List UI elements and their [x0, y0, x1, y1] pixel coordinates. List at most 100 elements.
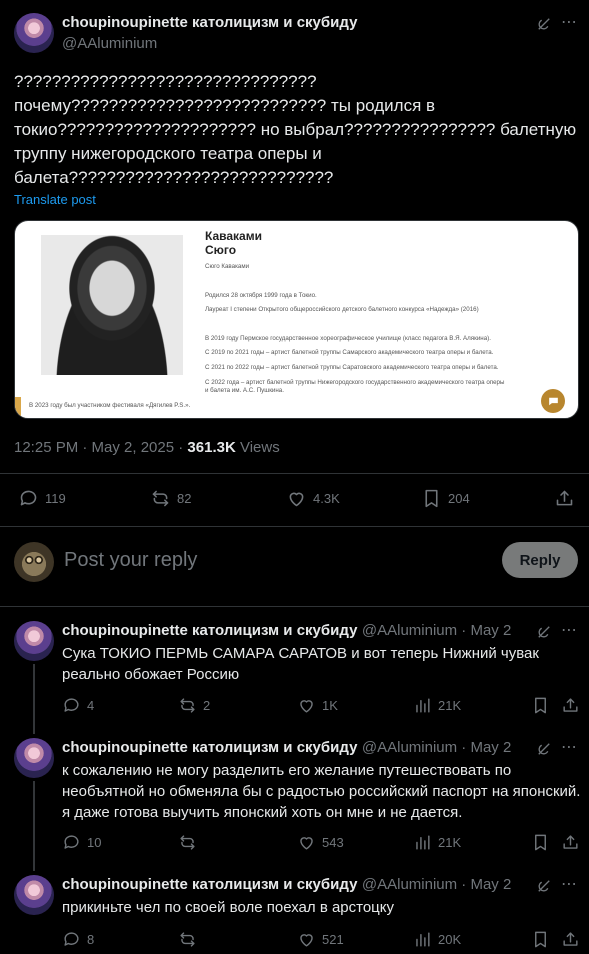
like-action[interactable]: 521: [297, 930, 344, 949]
repost-action[interactable]: [178, 833, 203, 852]
bookmark-icon: [535, 697, 546, 714]
portrait-photo: [41, 235, 183, 375]
reply-header: choupinoupinette католицизм и скубиду @A…: [62, 876, 511, 894]
bookmark-action[interactable]: [531, 833, 550, 852]
like-count: 543: [322, 835, 344, 850]
author-handle[interactable]: @AAluminium: [62, 35, 157, 52]
bookmark-action[interactable]: [531, 930, 550, 949]
divider: [0, 606, 589, 607]
tweet-line: балета????????????????????????????: [14, 168, 334, 187]
reply-avatar[interactable]: [14, 738, 54, 778]
reply-handle[interactable]: @AAluminium · May 2: [362, 739, 511, 756]
share-action[interactable]: [561, 696, 580, 715]
timestamp[interactable]: 12:25 PM · May 2, 2025 ·: [14, 439, 187, 456]
repost-icon: [180, 932, 195, 947]
card-line: С 2021 по 2022 годы – артист балетной тр…: [205, 364, 499, 371]
more-options-icon[interactable]: ⋯: [561, 737, 578, 757]
card-accent-bar: [15, 397, 21, 418]
like-action[interactable]: 4.3K: [286, 488, 340, 509]
reply-button[interactable]: Reply: [502, 542, 578, 578]
repost-action[interactable]: 2: [178, 696, 210, 715]
author-avatar[interactable]: [14, 13, 54, 53]
reply-action[interactable]: 4: [62, 696, 94, 715]
bookmark-icon: [535, 931, 546, 948]
like-count: 4.3K: [313, 491, 340, 506]
card-line: С 2022 года – артист балетной труппы Ниж…: [205, 379, 505, 386]
reply-icon: [64, 835, 79, 849]
divider: [0, 526, 589, 527]
thread-connector: [33, 781, 35, 871]
tweet-image[interactable]: Каваками Сюго Сюго Каваками Родился 28 о…: [14, 220, 579, 419]
reply-line: необъятной но обменяла бы с радостью рос…: [62, 783, 581, 800]
heart-icon: [289, 492, 304, 507]
views-count: 21K: [438, 698, 462, 713]
share-action[interactable]: [561, 930, 580, 949]
translate-post-link[interactable]: Translate post: [14, 192, 96, 207]
views-icon: [416, 835, 430, 850]
card-subtitle: Сюго Каваками: [205, 263, 250, 270]
reply-count: 119: [45, 491, 66, 506]
like-count: 521: [322, 932, 344, 947]
views-action[interactable]: 20K: [413, 930, 461, 949]
card-line: и балета им. А.С. Пушкина.: [205, 387, 284, 394]
card-footer: В 2023 году был участником фестиваля «Дя…: [29, 402, 191, 409]
share-icon: [556, 490, 573, 506]
bookmark-action[interactable]: 204: [421, 488, 470, 509]
reply-avatar[interactable]: [14, 875, 54, 915]
views-count: 20K: [438, 932, 462, 947]
card-line: Родился 28 октября 1999 года в Токио.: [205, 292, 317, 299]
repost-icon: [180, 698, 195, 713]
bookmark-icon: [535, 834, 546, 851]
heart-icon: [300, 700, 313, 713]
tweet-meta: 12:25 PM · May 2, 2025 · 361.3K Views: [14, 439, 280, 456]
reply-text: прикиньте чел по своей воле поехал в арс…: [62, 897, 394, 918]
views-action[interactable]: 21K: [413, 696, 461, 715]
reply-display-name[interactable]: choupinoupinette католицизм и скубиду: [62, 876, 357, 893]
reply-action[interactable]: 119: [18, 488, 66, 509]
reply-handle[interactable]: @AAluminium · May 2: [362, 876, 511, 893]
views-action[interactable]: 21K: [413, 833, 461, 852]
reply-text: к сожалению не могу разделить его желани…: [62, 760, 582, 823]
views-icon: [416, 932, 430, 947]
reply-line: реально обожает Россию: [62, 666, 240, 683]
share-icon: [563, 698, 578, 712]
reply-icon: [64, 932, 79, 946]
bookmark-action[interactable]: [531, 696, 550, 715]
tweet-line: токио????????????????????? но выбрал????…: [14, 120, 577, 139]
reply-display-name[interactable]: choupinoupinette католицизм и скубиду: [62, 739, 357, 756]
tweet-line: почему??????????????????????????? ты род…: [14, 96, 436, 115]
card-title-line2: Сюго: [205, 243, 237, 257]
like-action[interactable]: 543: [297, 833, 344, 852]
more-options-icon[interactable]: ⋯: [561, 12, 578, 32]
repost-action[interactable]: 82: [150, 488, 191, 509]
share-action[interactable]: [561, 833, 580, 852]
author-display-name[interactable]: choupinoupinette католицизм и скубиду: [62, 14, 357, 31]
views-count: 361.3K: [187, 439, 236, 456]
like-action[interactable]: 1K: [297, 696, 338, 715]
repost-icon: [180, 835, 195, 850]
reply-display-name[interactable]: choupinoupinette католицизм и скубиду: [62, 622, 357, 639]
tweet-line: ????????????????????????????????: [14, 72, 317, 91]
reply-line: к сожалению не могу разделить его желани…: [62, 762, 512, 779]
more-options-icon[interactable]: ⋯: [561, 874, 578, 894]
reply-action[interactable]: 8: [62, 930, 94, 949]
reply-avatar[interactable]: [14, 621, 54, 661]
reply-count: 10: [87, 835, 102, 850]
grok-icon[interactable]: [535, 877, 553, 900]
current-user-avatar[interactable]: [14, 542, 54, 582]
reply-icon: [20, 490, 37, 506]
reply-header: choupinoupinette католицизм и скубиду @A…: [62, 739, 511, 757]
reply-input[interactable]: Post your reply: [64, 549, 197, 572]
reply-count: 4: [87, 698, 95, 713]
reply-line: я даже готова выучить японский хоть он м…: [62, 804, 463, 821]
reply-line: прикиньте чел по своей воле поехал в арс…: [62, 899, 394, 916]
repost-action[interactable]: [178, 930, 203, 949]
share-action[interactable]: [554, 488, 575, 509]
grok-icon[interactable]: [535, 15, 553, 38]
more-options-icon[interactable]: ⋯: [561, 620, 578, 640]
reply-line: Сука ТОКИО ПЕРМЬ САМАРА САРАТОВ и вот те…: [62, 645, 539, 662]
heart-icon: [300, 837, 313, 850]
reply-action[interactable]: 10: [62, 833, 101, 852]
reply-handle[interactable]: @AAluminium · May 2: [362, 622, 511, 639]
share-icon: [563, 932, 578, 946]
